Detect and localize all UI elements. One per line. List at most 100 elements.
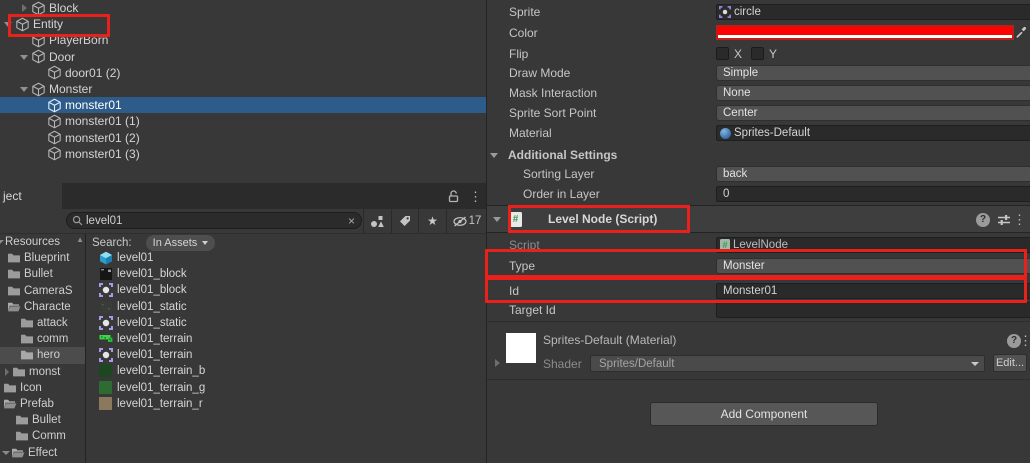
folder-item-hero-selected[interactable]: hero [0, 347, 85, 363]
result-item-level01-terrain-tilemap[interactable]: level01_terrain [86, 331, 486, 347]
folder-item-monster[interactable]: monst [0, 364, 85, 380]
presets-icon[interactable] [997, 214, 1011, 226]
type-dropdown[interactable]: Monster [716, 258, 1030, 274]
search-scope-dropdown[interactable]: In Assets [146, 235, 216, 251]
foldout-expanded-icon[interactable] [490, 153, 498, 158]
kebab-menu-icon[interactable]: ⋮ [1019, 334, 1030, 347]
project-folder-tree: Resources Blueprint Bullet CameraS Chara… [0, 234, 86, 463]
hierarchy-item-block[interactable]: Block [0, 0, 486, 16]
flip-y-checkbox[interactable] [751, 47, 764, 60]
id-input[interactable] [723, 284, 1030, 298]
id-field[interactable] [716, 283, 1030, 299]
folder-item-bullet2[interactable]: Bullet [0, 412, 85, 428]
sprite-sort-point-dropdown[interactable]: Center [716, 105, 1030, 121]
id-row: Id [487, 281, 1030, 301]
flip-x-checkbox[interactable] [716, 47, 729, 60]
script-object-field[interactable]: # LevelNode ⊙ [716, 237, 1030, 253]
folder-item-resources[interactable]: Resources [0, 234, 85, 250]
scrollbar-up-icon[interactable]: ▲ [76, 235, 84, 244]
prefab-cube-blue-icon [99, 251, 113, 265]
hierarchy-item-monster01-1[interactable]: monster01 (1) [0, 113, 486, 129]
foldout-collapsed-icon[interactable] [3, 366, 12, 378]
color-swatch[interactable] [716, 25, 1014, 40]
foldout-expanded-icon[interactable] [2, 447, 11, 459]
material-section-title: Sprites-Default (Material) [543, 333, 676, 347]
add-component-button[interactable]: Add Component [650, 402, 878, 426]
clear-search-icon[interactable]: × [348, 214, 355, 228]
flip-row: Flip X Y [487, 44, 1030, 63]
foldout-collapsed-icon[interactable] [495, 359, 500, 367]
tag-icon [399, 215, 411, 227]
result-label: level01_static [117, 301, 187, 313]
result-item-level01-terrain-r[interactable]: level01_terrain_r [86, 396, 486, 412]
shader-dropdown[interactable]: Sprites/Default [590, 355, 985, 372]
unlock-icon[interactable] [448, 190, 459, 203]
result-label: level01_static [117, 317, 187, 329]
draw-mode-dropdown[interactable]: Simple [716, 65, 1030, 81]
folder-item-icon[interactable]: Icon [0, 380, 85, 396]
material-sphere-icon [720, 128, 731, 139]
hierarchy-item-monster01-2[interactable]: monster01 (2) [0, 130, 486, 146]
sorting-layer-dropdown[interactable]: back [716, 166, 1030, 182]
folder-open-icon [11, 447, 25, 459]
hidden-count-button[interactable]: 17 [446, 209, 486, 233]
foldout-expanded-icon[interactable] [17, 49, 31, 65]
folder-item-cameras[interactable]: CameraS [0, 283, 85, 299]
foldout-expanded-icon[interactable] [1, 16, 15, 32]
hierarchy-item-playerborn[interactable]: PlayerBorn [0, 32, 486, 48]
foldout-collapsed-icon[interactable] [17, 0, 31, 16]
folder-item-common[interactable]: comm [0, 331, 85, 347]
favorites-star-button[interactable]: ★ [418, 209, 446, 233]
eyedropper-icon[interactable] [1015, 26, 1027, 38]
search-box[interactable]: × [66, 212, 362, 229]
search-by-type-button[interactable] [363, 209, 391, 233]
result-item-level01-terrain-g[interactable]: level01_terrain_g [86, 380, 486, 396]
folder-item-prefab[interactable]: Prefab [0, 396, 85, 412]
hierarchy-item-entity[interactable]: Entity [0, 16, 486, 32]
result-item-level01[interactable]: level01 [86, 250, 486, 266]
hierarchy-item-label: Monster [49, 81, 92, 97]
level-node-component-header[interactable]: # Level Node (Script) ? ⋮ [487, 205, 1030, 233]
material-preview-thumbnail [506, 333, 536, 363]
target-id-input[interactable] [723, 303, 1030, 317]
hierarchy-item-door01[interactable]: door01 (2) [0, 65, 486, 81]
help-icon[interactable]: ? [976, 213, 990, 227]
result-item-level01-static-faint[interactable]: level01_static [86, 299, 486, 315]
order-in-layer-input[interactable] [723, 187, 1030, 201]
result-label: level01_block [117, 284, 187, 296]
foldout-expanded-icon[interactable] [493, 217, 501, 222]
tab-project[interactable]: ject [0, 183, 62, 209]
foldout-expanded-icon[interactable] [0, 236, 5, 248]
sprite-object-field[interactable]: circle ⊙ [716, 4, 1030, 20]
hierarchy-item-monster[interactable]: Monster [0, 81, 486, 97]
result-item-level01-block-tile[interactable]: level01_block [86, 266, 486, 282]
kebab-menu-icon[interactable]: ⋮ [1013, 213, 1026, 226]
material-object-field[interactable]: Sprites-Default ⊙ [716, 125, 1030, 141]
result-item-level01-terrain-sprite[interactable]: level01_terrain [86, 347, 486, 363]
hierarchy-item-monster01-3[interactable]: monster01 (3) [0, 146, 486, 162]
folder-label: hero [37, 349, 60, 361]
folder-item-attack[interactable]: attack [0, 315, 85, 331]
foldout-expanded-icon[interactable] [17, 81, 31, 97]
folder-item-blueprint[interactable]: Blueprint [0, 250, 85, 266]
folder-icon [15, 430, 29, 442]
order-in-layer-field[interactable] [716, 186, 1030, 202]
target-id-field[interactable] [716, 302, 1030, 318]
result-item-level01-terrain-b[interactable]: level01_terrain_b [86, 363, 486, 379]
inspector-panel: Sprite circle ⊙ Color Flip X Y Draw Mode… [487, 0, 1030, 463]
prefab-cube-icon [47, 146, 62, 161]
result-item-level01-block-sprite[interactable]: level01_block [86, 282, 486, 298]
search-by-label-button[interactable] [391, 209, 418, 233]
folder-item-effect[interactable]: Effect [0, 444, 85, 460]
mask-interaction-dropdown[interactable]: None [716, 85, 1030, 101]
search-input[interactable] [86, 215, 348, 227]
folder-item-bullet[interactable]: Bullet [0, 266, 85, 282]
result-item-level01-static-sprite[interactable]: level01_static [86, 315, 486, 331]
hierarchy-item-monster01-selected[interactable]: monster01 [0, 97, 486, 113]
folder-item-character[interactable]: Characte [0, 299, 85, 315]
folder-item-comm[interactable]: Comm [0, 428, 85, 444]
kebab-menu-icon[interactable]: ⋮ [469, 190, 482, 203]
hierarchy-item-door[interactable]: Door [0, 49, 486, 65]
shader-edit-button[interactable]: Edit... [993, 354, 1027, 372]
additional-settings-row[interactable]: Additional Settings [487, 146, 1030, 164]
